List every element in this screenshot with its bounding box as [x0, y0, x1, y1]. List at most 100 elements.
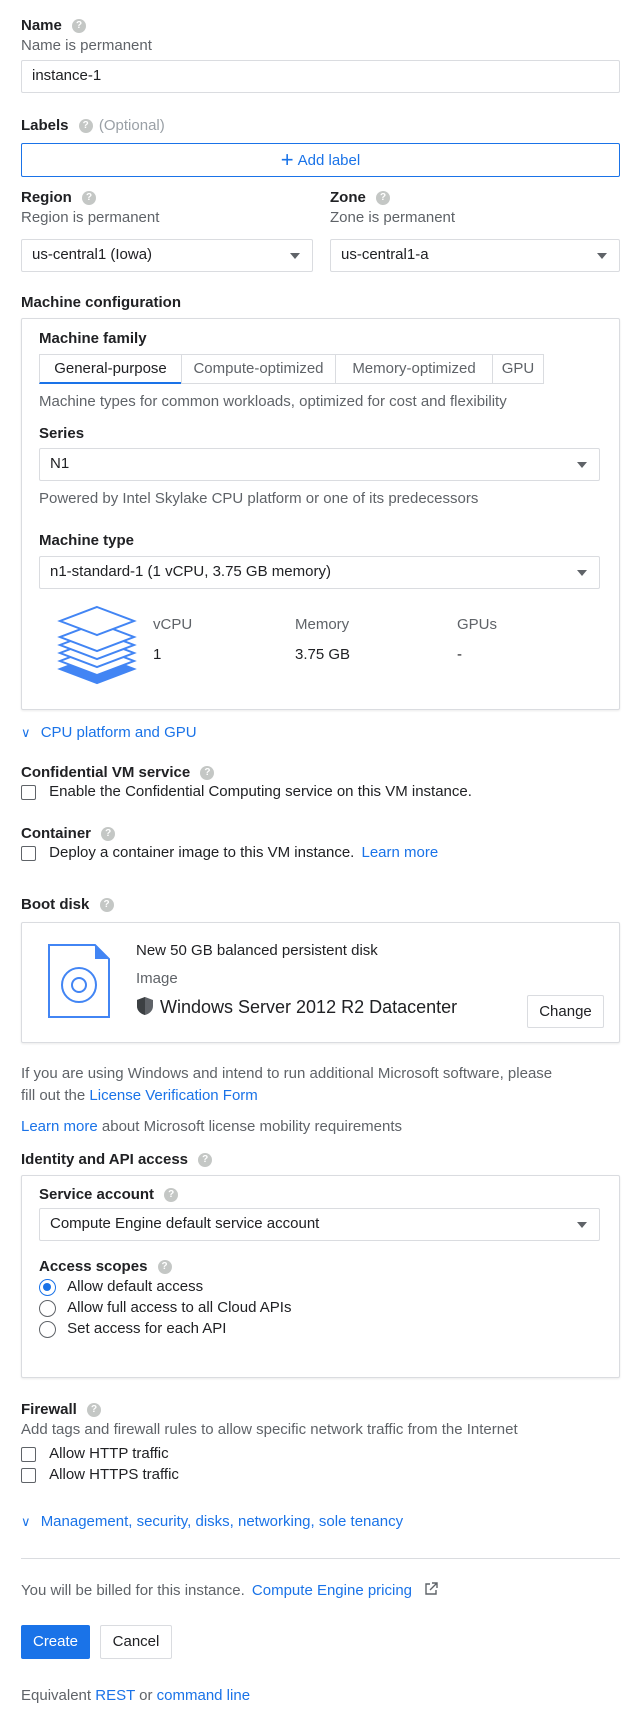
series-select[interactable]: N1	[39, 448, 600, 481]
shield-icon	[136, 996, 154, 1021]
cancel-button[interactable]: Cancel	[100, 1625, 172, 1659]
cpu-platform-link[interactable]: ∨ CPU platform and GPU	[21, 724, 197, 741]
help-icon[interactable]: ?	[198, 1153, 213, 1168]
boot-disk-title: Boot disk ?	[21, 896, 114, 913]
help-icon[interactable]: ?	[157, 1260, 172, 1275]
help-icon[interactable]: ?	[72, 19, 87, 34]
management-options-link[interactable]: ∨ Management, security, disks, networkin…	[21, 1513, 403, 1530]
tab-general-purpose[interactable]: General-purpose	[39, 354, 182, 384]
compute-engine-pricing-link[interactable]: Compute Engine pricing	[252, 1582, 412, 1599]
scope-radio-each-api[interactable]	[39, 1320, 56, 1338]
spec-value-memory: 3.75 GB	[295, 646, 351, 663]
name-hint: Name is permanent	[21, 37, 152, 54]
license-notice: If you are using Windows and intend to r…	[21, 1065, 553, 1104]
confidential-vm-option: Enable the Confidential Computing servic…	[21, 783, 472, 800]
container-title: Container ?	[21, 825, 116, 842]
boot-disk-image: Windows Server 2012 R2 Datacenter	[136, 996, 457, 1021]
machine-type-label: Machine type	[39, 532, 135, 549]
help-icon[interactable]: ?	[164, 1188, 179, 1203]
help-icon[interactable]: ?	[101, 827, 116, 842]
help-icon[interactable]: ?	[99, 898, 114, 913]
change-boot-disk-button[interactable]: Change	[527, 995, 604, 1028]
firewall-description: Add tags and firewall rules to allow spe…	[21, 1421, 518, 1438]
zone-select[interactable]: us-central1-a	[330, 239, 620, 272]
boot-disk-image-label: Image	[136, 970, 178, 987]
series-description: Powered by Intel Skylake CPU platform or…	[39, 490, 479, 507]
spec-header-memory: Memory	[295, 616, 350, 633]
divider	[21, 1558, 620, 1559]
name-label: Name ?	[21, 17, 87, 34]
spec-header-gpus: GPUs	[457, 616, 498, 633]
spec-value-gpus: -	[457, 646, 462, 663]
boot-disk-name: New 50 GB balanced persistent disk	[136, 942, 378, 959]
scope-radio-full[interactable]	[39, 1299, 56, 1317]
identity-title: Identity and API access ?	[21, 1151, 213, 1168]
expand-chevron-icon: ∨	[21, 725, 31, 740]
help-icon[interactable]: ?	[78, 119, 93, 134]
optional-tag: (Optional)	[98, 117, 165, 134]
dropdown-arrow-icon	[577, 570, 587, 576]
spec-header-vcpu: vCPU	[153, 616, 193, 633]
rest-link[interactable]: REST	[95, 1687, 135, 1704]
license-verification-form-link[interactable]: License Verification Form	[89, 1087, 257, 1104]
container-checkbox[interactable]	[21, 845, 36, 861]
scope-radio-default[interactable]	[39, 1278, 56, 1296]
tab-compute-optimized[interactable]: Compute-optimized	[181, 354, 336, 384]
confidential-vm-checkbox[interactable]	[21, 784, 36, 800]
license-learn-more-link[interactable]: Learn more	[21, 1118, 98, 1135]
tab-memory-optimized[interactable]: Memory-optimized	[335, 354, 493, 384]
series-label: Series	[39, 425, 85, 442]
confidential-vm-title: Confidential VM service ?	[21, 764, 215, 781]
license-mobility-notice: Learn more about Microsoft license mobil…	[21, 1118, 403, 1135]
machine-family-label: Machine family	[39, 330, 147, 347]
region-hint: Region is permanent	[21, 209, 160, 226]
disk-image-icon	[45, 941, 113, 1021]
command-line-link[interactable]: command line	[157, 1687, 250, 1704]
confidential-vm-checkbox-label: Enable the Confidential Computing servic…	[49, 783, 472, 800]
container-option: Deploy a container image to this VM inst…	[21, 844, 438, 861]
allow-http-checkbox[interactable]	[21, 1446, 36, 1462]
billing-notice: You will be billed for this instance. Co…	[21, 1582, 438, 1600]
dropdown-arrow-icon	[577, 462, 587, 468]
labels-label: Labels ? (Optional)	[21, 117, 165, 134]
boot-disk-card: New 50 GB balanced persistent disk Image…	[21, 922, 620, 1043]
help-icon[interactable]: ?	[87, 1403, 102, 1418]
scope-option-each-api[interactable]: Set access for each API	[39, 1320, 226, 1338]
region-select[interactable]: us-central1 (Iowa)	[21, 239, 313, 272]
machine-family-tabs: General-purpose Compute-optimized Memory…	[39, 354, 561, 385]
service-account-label: Service account ?	[39, 1186, 179, 1203]
help-icon[interactable]: ?	[376, 191, 391, 206]
identity-card: Service account ? Compute Engine default…	[21, 1175, 620, 1378]
firewall-https-option: Allow HTTPS traffic	[21, 1466, 179, 1483]
firewall-http-option: Allow HTTP traffic	[21, 1445, 169, 1462]
machine-family-description: Machine types for common workloads, opti…	[39, 393, 507, 410]
scope-option-full[interactable]: Allow full access to all Cloud APIs	[39, 1299, 291, 1317]
machine-config-card: Machine family General-purpose Compute-o…	[21, 318, 620, 710]
spec-value-vcpu: 1	[153, 646, 162, 663]
zone-label: Zone ?	[330, 189, 391, 206]
name-input[interactable]: instance-1	[21, 60, 620, 93]
help-icon[interactable]: ?	[82, 191, 97, 206]
plus-icon: +	[280, 147, 294, 172]
zone-hint: Zone is permanent	[330, 209, 456, 226]
create-button[interactable]: Create	[21, 1625, 90, 1659]
machine-config-title: Machine configuration	[21, 294, 182, 311]
machine-layers-icon	[56, 603, 138, 687]
add-label-button[interactable]: + Add label	[21, 143, 620, 177]
tab-gpu[interactable]: GPU	[492, 354, 544, 384]
container-checkbox-label: Deploy a container image to this VM inst…	[49, 844, 355, 861]
scope-option-default[interactable]: Allow default access	[39, 1278, 203, 1296]
help-icon[interactable]: ?	[200, 766, 215, 781]
equivalent-links: Equivalent REST or command line	[21, 1687, 251, 1704]
machine-type-select[interactable]: n1-standard-1 (1 vCPU, 3.75 GB memory)	[39, 556, 600, 589]
dropdown-arrow-icon	[577, 1222, 587, 1228]
allow-https-checkbox[interactable]	[21, 1467, 36, 1483]
dropdown-arrow-icon	[290, 253, 300, 259]
region-label: Region ?	[21, 189, 97, 206]
container-learn-more-link[interactable]: Learn more	[362, 844, 439, 861]
firewall-title: Firewall ?	[21, 1401, 102, 1418]
expand-chevron-icon: ∨	[21, 1514, 31, 1529]
external-link-icon[interactable]	[424, 1582, 438, 1600]
dropdown-arrow-icon	[597, 253, 607, 259]
service-account-select[interactable]: Compute Engine default service account	[39, 1208, 600, 1241]
